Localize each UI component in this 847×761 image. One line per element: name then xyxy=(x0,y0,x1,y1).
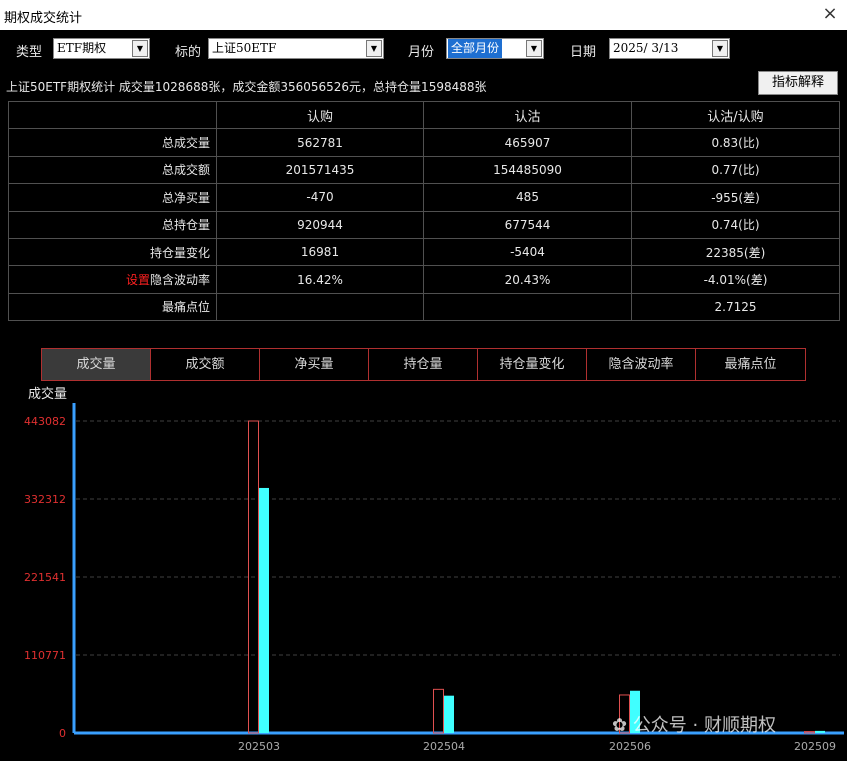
row-label: 总成交额 xyxy=(8,155,217,185)
row-label: 总持仓量 xyxy=(8,210,217,239)
call-value: 201571435 xyxy=(216,155,424,185)
underlying-select[interactable]: 上证50ETF ▼ xyxy=(208,38,384,59)
month-select-value: 全部月份 xyxy=(448,39,503,58)
close-icon[interactable]: × xyxy=(819,3,841,25)
y-axis-label: 成交量 xyxy=(28,386,67,402)
table-header: 认沽 xyxy=(423,100,632,130)
type-select[interactable]: ETF期权 ▼ xyxy=(53,38,150,59)
iv-settings-link[interactable]: 设置 xyxy=(126,273,150,287)
tab-net-buy[interactable]: 净买量 xyxy=(260,349,369,380)
x-tick-label: 202509 xyxy=(794,740,836,753)
summary-text: 上证50ETF期权统计 成交量1028688张，成交金额356056526元，总… xyxy=(6,80,487,94)
date-label: 日期 xyxy=(570,45,597,60)
ratio-value: -4.01%(差) xyxy=(631,265,840,294)
table-row: 最痛点位 2.7125 xyxy=(8,292,840,322)
ratio-value: -955(差) xyxy=(631,183,840,212)
chevron-down-icon[interactable]: ▼ xyxy=(132,40,148,57)
put-value: -5404 xyxy=(423,237,632,267)
put-value: 20.43% xyxy=(423,265,632,294)
tab-implied-volatility[interactable]: 隐含波动率 xyxy=(587,349,696,380)
put-value: 465907 xyxy=(423,128,632,157)
call-value: 562781 xyxy=(216,128,424,157)
row-label: 总净买量 xyxy=(8,183,217,212)
ratio-value: 0.74(比) xyxy=(631,210,840,239)
table-row: 总成交额 201571435 154485090 0.77(比) xyxy=(8,155,840,185)
date-picker-value: 2025/ 3/13 xyxy=(613,41,679,55)
table-header xyxy=(8,100,217,130)
table-row: 总成交量 562781 465907 0.83(比) xyxy=(8,128,840,157)
table-header-row: 认购 认沽 认沽/认购 xyxy=(8,100,840,130)
x-tick-label: 202504 xyxy=(423,740,465,753)
call-value: 920944 xyxy=(216,210,424,239)
row-label: 持仓量变化 xyxy=(8,237,217,267)
stats-table: 认购 认沽 认沽/认购 总成交量 562781 465907 0.83(比) 总… xyxy=(8,100,840,322)
tab-open-interest[interactable]: 持仓量 xyxy=(369,349,478,380)
table-row: 总净买量 -470 485 -955(差) xyxy=(8,183,840,212)
underlying-select-value: 上证50ETF xyxy=(212,41,277,55)
table-row: 设置隐含波动率 16.42% 20.43% -4.01%(差) xyxy=(8,265,840,294)
call-bar xyxy=(433,688,444,734)
x-tick-label: 202506 xyxy=(609,740,651,753)
call-value: 16.42% xyxy=(216,265,424,294)
call-value: -470 xyxy=(216,183,424,212)
row-label: 总成交量 xyxy=(8,128,217,157)
x-tick-label: 202503 xyxy=(238,740,280,753)
chart-tab-bar: 成交量 成交额 净买量 持仓量 持仓量变化 隐含波动率 最痛点位 xyxy=(41,348,806,381)
table-row: 总持仓量 920944 677544 0.74(比) xyxy=(8,210,840,239)
y-tick-label: 110771 xyxy=(24,649,66,662)
y-tick-label: 221541 xyxy=(24,571,66,584)
tab-oi-change[interactable]: 持仓量变化 xyxy=(478,349,587,380)
call-value: 16981 xyxy=(216,237,424,267)
ratio-value: 22385(差) xyxy=(631,237,840,267)
table-header: 认购 xyxy=(216,100,424,130)
title-bar: 期权成交统计 × xyxy=(0,0,847,30)
put-value: 677544 xyxy=(423,210,632,239)
ratio-value: 0.83(比) xyxy=(631,128,840,157)
chevron-down-icon[interactable]: ▼ xyxy=(712,40,728,57)
ratio-value: 0.77(比) xyxy=(631,155,840,185)
put-value: 485 xyxy=(423,183,632,212)
watermark-text: ✿ 公众号 · 财顺期权 xyxy=(612,715,776,736)
underlying-label: 标的 xyxy=(175,45,202,60)
row-label: 隐含波动率 xyxy=(149,273,210,288)
tab-turnover[interactable]: 成交额 xyxy=(151,349,260,380)
call-value xyxy=(216,292,424,322)
put-value: 154485090 xyxy=(423,155,632,185)
put-bar xyxy=(444,695,454,733)
table-header: 认沽/认购 xyxy=(631,100,840,130)
chevron-down-icon[interactable]: ▼ xyxy=(526,40,542,57)
tab-volume[interactable]: 成交量 xyxy=(42,349,151,380)
y-tick-label: 0 xyxy=(59,727,66,740)
row-label-iv: 设置隐含波动率 xyxy=(8,265,217,294)
month-label: 月份 xyxy=(408,45,435,60)
row-label: 最痛点位 xyxy=(8,292,217,322)
put-value xyxy=(423,292,632,322)
date-picker[interactable]: 2025/ 3/13 ▼ xyxy=(609,38,730,59)
table-row: 持仓量变化 16981 -5404 22385(差) xyxy=(8,237,840,267)
type-select-value: ETF期权 xyxy=(57,41,107,55)
y-tick-label: 332312 xyxy=(24,493,66,506)
put-bar xyxy=(259,487,269,733)
month-select[interactable]: 全部月份 ▼ xyxy=(446,38,544,59)
chevron-down-icon[interactable]: ▼ xyxy=(366,40,382,57)
volume-bar-chart: 成交量 443082 332312 221541 110771 0 202503 202504… xyxy=(24,386,844,753)
ratio-value: 2.7125 xyxy=(631,292,840,322)
type-label: 类型 xyxy=(16,45,43,60)
window-title: 期权成交统计 xyxy=(4,11,83,26)
option-stats-window: 期权成交统计 × 类型 ETF期权 ▼ 标的 上证50ETF ▼ 月份 全部月份… xyxy=(0,0,847,761)
indicator-explain-button[interactable]: 指标解释 xyxy=(758,71,838,95)
y-tick-label: 443082 xyxy=(24,415,66,428)
put-bar xyxy=(815,730,825,733)
tab-max-pain[interactable]: 最痛点位 xyxy=(696,349,805,380)
